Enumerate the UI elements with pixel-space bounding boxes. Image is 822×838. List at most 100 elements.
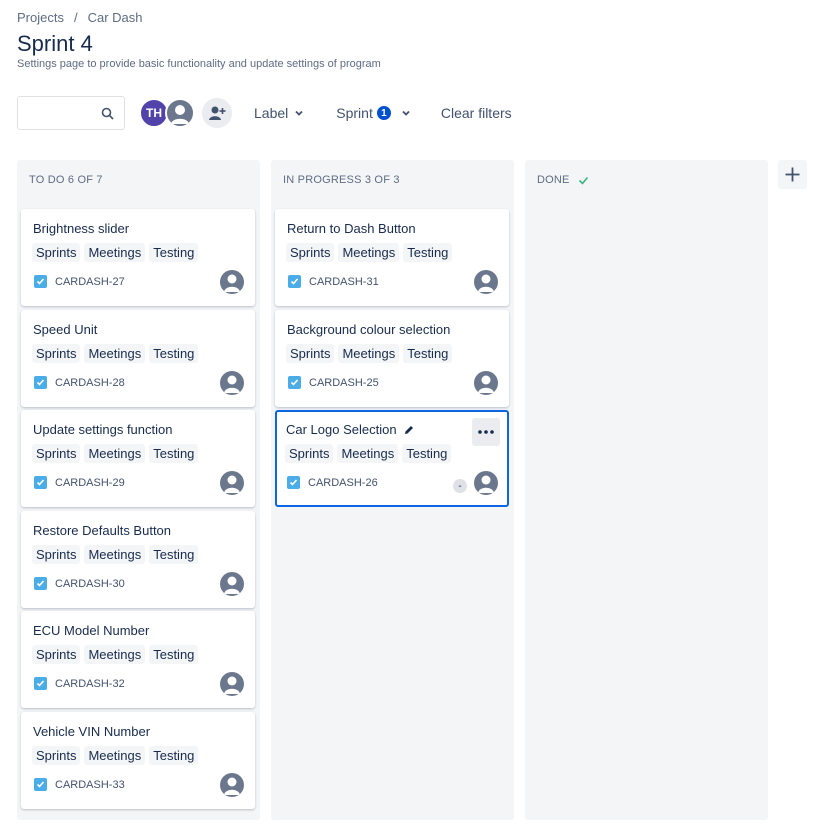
issue-footer: CARDASH-26 xyxy=(287,476,378,489)
assignee-avatar[interactable] xyxy=(474,471,498,495)
checkbox-icon xyxy=(287,476,300,489)
label-tag: Meetings xyxy=(338,243,400,262)
issue-key[interactable]: CARDASH-29 xyxy=(55,477,125,489)
issue-key[interactable]: CARDASH-27 xyxy=(55,276,125,288)
user-icon xyxy=(224,777,240,795)
checkbox-icon xyxy=(288,275,301,288)
clear-filters-button[interactable]: Clear filters xyxy=(441,105,512,121)
issue-key[interactable]: CARDASH-33 xyxy=(55,779,125,791)
column-header: IN PROGRESS 3 OF 3 xyxy=(283,174,400,186)
checkbox-icon xyxy=(288,376,301,389)
checkbox-icon xyxy=(34,677,47,690)
issue-key[interactable]: CARDASH-28 xyxy=(55,377,125,389)
assignee-avatar[interactable] xyxy=(474,270,498,294)
label-tag: Sprints xyxy=(32,243,81,262)
assignee-avatar[interactable] xyxy=(474,371,498,395)
user-icon xyxy=(478,274,494,292)
check-icon xyxy=(578,176,588,185)
page-subtitle: Settings page to provide basic functiona… xyxy=(17,58,381,70)
checkbox-icon xyxy=(34,577,47,590)
issue-title: Brightness slider xyxy=(33,221,130,236)
user-icon xyxy=(478,375,494,393)
issue-footer: CARDASH-27 xyxy=(34,275,125,288)
issue-title: Vehicle VIN Number xyxy=(33,724,151,739)
checkbox-icon xyxy=(34,476,47,489)
assignee-avatar[interactable] xyxy=(220,270,244,294)
add-user-button[interactable] xyxy=(202,98,232,128)
issue-card[interactable]: Brightness slider Sprints Meetings Testi… xyxy=(21,209,255,306)
assignee-avatar[interactable] xyxy=(220,572,244,596)
label-tag: Meetings xyxy=(84,746,146,765)
search-input[interactable] xyxy=(17,96,125,130)
column-in-progress: IN PROGRESS 3 OF 3 Return to Dash Button… xyxy=(271,160,514,820)
assignee-avatar[interactable] xyxy=(220,371,244,395)
issue-card[interactable]: Vehicle VIN Number Sprints Meetings Test… xyxy=(21,712,255,809)
issue-footer: CARDASH-32 xyxy=(34,677,125,690)
label-tag: Meetings xyxy=(84,344,146,363)
issue-labels: Sprints Meetings Testing xyxy=(32,645,199,664)
user-icon xyxy=(478,475,494,493)
issue-card[interactable]: Return to Dash Button Sprints Meetings T… xyxy=(275,209,509,306)
label-tag: Testing xyxy=(403,344,453,363)
label-tag: Sprints xyxy=(286,243,335,262)
issue-title-text: Car Logo Selection xyxy=(286,422,397,437)
issue-labels: Sprints Meetings Testing xyxy=(32,746,199,765)
issue-labels: Sprints Meetings Testing xyxy=(286,243,453,262)
breadcrumb-projects[interactable]: Projects xyxy=(17,10,64,25)
label-tag: Meetings xyxy=(84,243,146,262)
assignee-avatar[interactable] xyxy=(220,773,244,797)
label-filter-text: Label xyxy=(254,105,289,121)
label-tag: Sprints xyxy=(32,344,81,363)
issue-title: Background colour selection xyxy=(287,322,451,337)
column-todo: TO DO 6 OF 7 Brightness slider Sprints M… xyxy=(17,160,260,820)
issue-title: Return to Dash Button xyxy=(287,221,416,236)
issue-key[interactable]: CARDASH-25 xyxy=(309,377,379,389)
issue-labels: Sprints Meetings Testing xyxy=(32,545,199,564)
label-tag: Testing xyxy=(149,746,199,765)
user-icon xyxy=(224,475,240,493)
chevron-down-icon xyxy=(402,110,410,116)
sprint-filter-button[interactable]: Sprint 1 xyxy=(332,97,415,129)
issue-footer: CARDASH-31 xyxy=(288,275,379,288)
page-title: Sprint 4 xyxy=(17,31,93,56)
edit-icon[interactable] xyxy=(403,424,415,436)
issue-labels: Sprints Meetings Testing xyxy=(285,444,452,463)
issue-key[interactable]: CARDASH-32 xyxy=(55,678,125,690)
issue-labels: Sprints Meetings Testing xyxy=(32,243,199,262)
label-tag: Sprints xyxy=(285,444,334,463)
label-tag: Sprints xyxy=(32,746,81,765)
breadcrumb-project[interactable]: Car Dash xyxy=(88,10,143,25)
avatar-unassigned[interactable] xyxy=(165,98,195,128)
column-header: TO DO 6 OF 7 xyxy=(29,174,103,186)
avatar-group: TH xyxy=(139,98,195,128)
issue-key[interactable]: CARDASH-30 xyxy=(55,578,125,590)
issue-footer: CARDASH-29 xyxy=(34,476,125,489)
issue-card[interactable]: ECU Model Number Sprints Meetings Testin… xyxy=(21,611,255,708)
issue-title: Car Logo Selection xyxy=(286,422,415,437)
issue-key[interactable]: CARDASH-26 xyxy=(308,477,378,489)
checkbox-icon xyxy=(34,275,47,288)
issue-footer: CARDASH-28 xyxy=(34,376,125,389)
plus-icon xyxy=(785,167,800,182)
issue-card[interactable]: Background colour selection Sprints Meet… xyxy=(275,310,509,407)
assignee-avatar[interactable] xyxy=(220,471,244,495)
label-tag: Meetings xyxy=(84,545,146,564)
assignee-avatar[interactable] xyxy=(220,672,244,696)
issue-footer: CARDASH-25 xyxy=(288,376,379,389)
label-tag: Meetings xyxy=(84,645,146,664)
issue-key[interactable]: CARDASH-31 xyxy=(309,276,379,288)
add-column-button[interactable] xyxy=(778,160,807,189)
more-actions-button[interactable] xyxy=(472,418,500,446)
column-done: DONE xyxy=(525,160,768,820)
checkbox-icon xyxy=(34,376,47,389)
issue-card[interactable]: Restore Defaults Button Sprints Meetings… xyxy=(21,511,255,608)
issue-card-selected[interactable]: Car Logo Selection Sprints Meetings Test… xyxy=(275,410,509,507)
issue-footer: CARDASH-33 xyxy=(34,778,125,791)
chevron-down-icon xyxy=(295,110,303,116)
label-filter-button[interactable]: Label xyxy=(250,97,308,129)
issue-card[interactable]: Update settings function Sprints Meeting… xyxy=(21,410,255,507)
issue-card[interactable]: Speed Unit Sprints Meetings Testing CARD… xyxy=(21,310,255,407)
label-tag: Meetings xyxy=(84,444,146,463)
label-tag: Testing xyxy=(149,444,199,463)
story-points-badge[interactable]: - xyxy=(453,479,467,493)
